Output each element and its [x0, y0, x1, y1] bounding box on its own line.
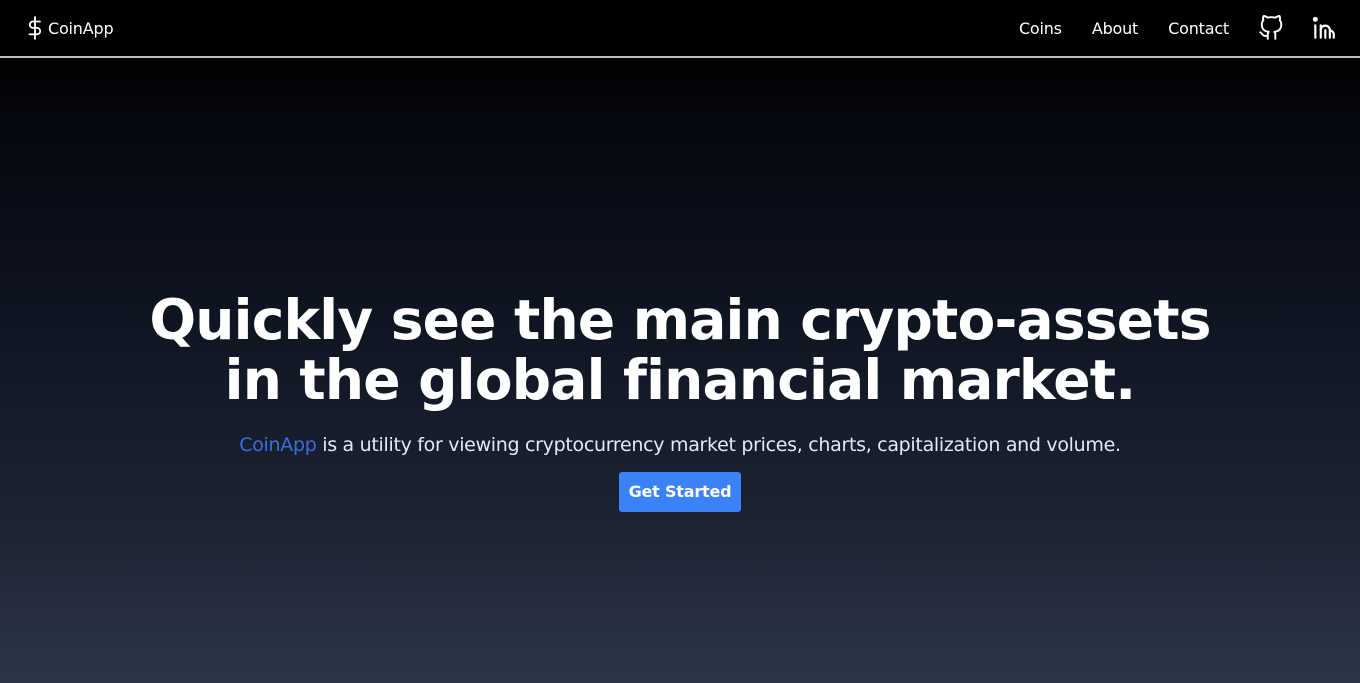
- hero-title-line-2: in the global financial market.: [224, 348, 1136, 412]
- get-started-button[interactable]: Get Started: [619, 472, 741, 512]
- nav-link-about[interactable]: About: [1092, 19, 1139, 38]
- dollar-sign-icon: [26, 16, 44, 40]
- hero-section: Quickly see the main crypto-assets in th…: [0, 290, 1360, 512]
- brand-name: CoinApp: [48, 18, 114, 38]
- hero-subtitle-brand: CoinApp: [239, 434, 317, 456]
- navbar: CoinApp Coins About Contact: [0, 0, 1360, 58]
- nav-link-coins[interactable]: Coins: [1019, 19, 1062, 38]
- github-icon[interactable]: [1258, 15, 1284, 41]
- linkedin-icon[interactable]: [1311, 15, 1337, 41]
- nav-links: Coins About Contact: [1019, 0, 1360, 56]
- brand-link[interactable]: CoinApp: [26, 16, 114, 40]
- nav-link-contact[interactable]: Contact: [1168, 19, 1229, 38]
- hero-subtitle-text: is a utility for viewing cryptocurrency …: [316, 434, 1121, 456]
- hero-subtitle: CoinApp is a utility for viewing cryptoc…: [0, 432, 1360, 458]
- hero-title: Quickly see the main crypto-assets in th…: [0, 290, 1360, 410]
- hero-title-line-1: Quickly see the main crypto-assets: [149, 288, 1211, 352]
